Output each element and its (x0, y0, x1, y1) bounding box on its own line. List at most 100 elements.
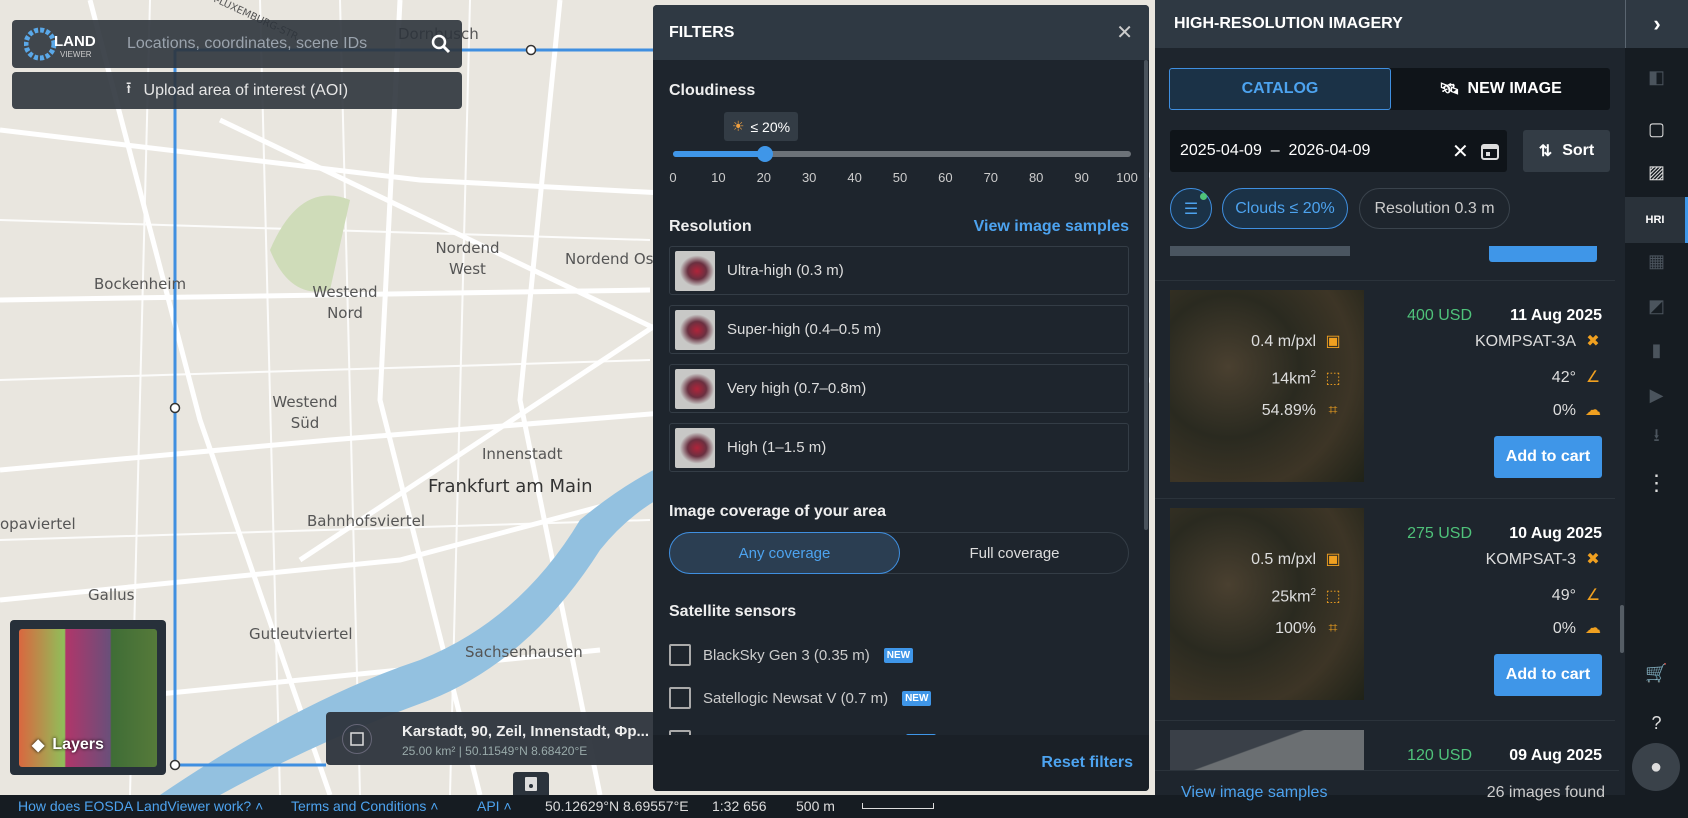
coverage-label: Image coverage of your area (669, 503, 886, 520)
hri-icon[interactable]: HRI (1625, 197, 1688, 243)
acquisition-date: 11 Aug 2025 (1510, 307, 1602, 324)
svg-text:LAND: LAND (54, 33, 96, 50)
api-link[interactable]: API ˄ (477, 798, 512, 814)
any-coverage-option[interactable]: Any coverage (669, 532, 900, 574)
resolution-option[interactable]: Super-high (0.4–0.5 m) (669, 305, 1129, 354)
new-badge: NEW (902, 690, 932, 706)
cloud-value: 0% (1552, 620, 1576, 637)
compare-icon[interactable]: ◧ (1625, 57, 1688, 97)
footer-view-samples-link[interactable]: View image samples (1181, 784, 1327, 802)
active-dot (1200, 193, 1207, 200)
upload-aoi-button[interactable]: ⭱ Upload area of interest (AOI) (12, 72, 462, 109)
off-nadir-angle: 49° (1551, 587, 1576, 604)
slider-tick: 80 (1028, 170, 1044, 185)
view-image-samples-link[interactable]: View image samples (974, 218, 1129, 236)
collapse-panel-button[interactable]: › (1625, 0, 1688, 48)
image-card[interactable]: 400 USD 11 Aug 2025 0.4 m/pxl ▣ KOMPSAT-3… (1155, 280, 1615, 498)
chart-icon[interactable]: ▮ (1625, 330, 1688, 370)
cloud-value: 0% (1552, 402, 1576, 419)
resolution-option-label: Very high (0.7–0.8m) (727, 380, 867, 397)
tab-catalog[interactable]: CATALOG (1169, 68, 1391, 110)
reset-filters-button[interactable]: Reset filters (1041, 754, 1133, 772)
close-icon[interactable]: ✕ (1116, 20, 1133, 45)
aoi-title: Karstadt, 90, Zeil, Innenstadt, Фр... (402, 723, 650, 740)
slider-tick: 70 (983, 170, 999, 185)
layers-off-icon[interactable]: ◩ (1625, 286, 1688, 326)
calendar-icon[interactable] (1480, 141, 1500, 161)
resolution-option[interactable]: Very high (0.7–0.8m) (669, 364, 1129, 413)
slider-tick: 60 (938, 170, 953, 185)
images-count: 26 images found (1486, 784, 1605, 801)
filters-panel: FILTERS ✕ Cloudiness ☀ ≤ 20% 0 10 20 30 40 50 60… (653, 5, 1149, 791)
upload-icon: ⭱ (125, 80, 132, 97)
more-icon[interactable]: ⋮ (1625, 463, 1688, 503)
map-label: Gallus (88, 586, 135, 604)
resolution-thumbnail (675, 427, 715, 468)
resolution-option-label: Super-high (0.4–0.5 m) (727, 321, 882, 338)
user-avatar[interactable]: ● (1632, 743, 1680, 791)
resolution-option-label: Ultra-high (0.3 m) (727, 262, 844, 279)
aoi-subtitle: 25.00 km² | 50.11549°N 8.68420°E (402, 744, 588, 758)
sensor-checkbox[interactable] (669, 687, 691, 709)
price: 400 USD (1407, 307, 1472, 324)
tab-label: CATALOG (1241, 80, 1319, 97)
date-range-input[interactable]: 2025-04-09 – 2026-04-09 ✕ (1170, 130, 1507, 172)
image-card[interactable]: 275 USD 10 Aug 2025 0.5 m/pxl ▣ KOMPSAT-3… (1155, 498, 1615, 716)
link-label: Terms and Conditions (291, 798, 427, 814)
panel-scrollbar[interactable] (1620, 605, 1624, 653)
map-label: Bahnhofsviertel (307, 512, 425, 530)
layers-button[interactable]: ◆ Layers (10, 620, 166, 775)
resolution-thumbnail (675, 250, 715, 291)
acquisition-date: 10 Aug 2025 (1509, 525, 1602, 542)
full-coverage-option[interactable]: Full coverage (900, 532, 1129, 574)
map-label: Westend Süd (272, 393, 338, 432)
resolution-thumbnail (675, 368, 715, 409)
satellite-name: KOMPSAT-3A (1474, 333, 1576, 350)
resolution-chip[interactable]: Resolution 0.3 m (1359, 188, 1510, 229)
slider-tick: 10 (711, 170, 726, 185)
download-icon[interactable]: ⭳ (1625, 418, 1688, 458)
aoi-draw-icon[interactable]: ▢ (1625, 109, 1688, 149)
sort-label: Sort (1562, 142, 1595, 159)
cart-icon[interactable]: 🛒 (1625, 653, 1688, 693)
sort-button[interactable]: ⇅ Sort (1523, 130, 1610, 172)
terms-link[interactable]: Terms and Conditions ˄ (291, 798, 438, 814)
resolution-option[interactable]: Ultra-high (0.3 m) (669, 246, 1129, 295)
filters-scrollbar[interactable] (1144, 60, 1148, 530)
play-icon[interactable]: ▶ (1625, 375, 1688, 415)
sensor-item[interactable]: BlackSky Gen 3 (0.35 m) NEW (669, 644, 914, 666)
map-label: Nordend West (435, 239, 500, 278)
add-to-cart-button[interactable]: Add to cart (1494, 654, 1602, 696)
clouds-chip[interactable]: Clouds ≤ 20% (1222, 188, 1348, 229)
price: 120 USD (1407, 747, 1472, 764)
add-to-cart-button[interactable]: Add to cart (1494, 436, 1602, 478)
sensor-item[interactable]: Satellogic Newsat V (0.7 m) NEW (669, 687, 932, 709)
cloudiness-slider[interactable] (673, 146, 1131, 162)
resolution-thumbnail (675, 309, 715, 350)
sensor-checkbox[interactable] (669, 644, 691, 666)
aoi-info[interactable]: Karstadt, 90, Zeil, Innenstadt, Фр... 25… (326, 712, 656, 765)
how-it-works-link[interactable]: How does EOSDA LandViewer work? ˄ (18, 798, 263, 814)
clear-icon[interactable]: ✕ (1452, 139, 1469, 164)
search-input[interactable] (127, 28, 427, 60)
previous-card-remnant (1170, 246, 1610, 262)
off-nadir-angle: 42° (1551, 369, 1576, 386)
sliders-icon: ☰ (1183, 200, 1199, 218)
image-icon[interactable]: ▨ (1625, 152, 1688, 192)
crop-icon: ⌗ (1328, 620, 1338, 637)
date-to: 2026-04-09 (1288, 142, 1371, 159)
resolution-option[interactable]: High (1–1.5 m) (669, 423, 1129, 472)
filters-toggle-button[interactable]: ☰ (1170, 188, 1212, 229)
help-icon[interactable]: ? (1625, 703, 1688, 743)
new-badge: NEW (883, 647, 914, 663)
bottom-bar: How does EOSDA LandViewer work? ˄ Terms … (0, 795, 1688, 818)
search-icon[interactable] (430, 33, 452, 55)
map-label: Bockenheim (94, 275, 187, 293)
slider-tick: 90 (1074, 170, 1089, 185)
map-scale: 1:32 656 (712, 798, 767, 814)
tab-new-image[interactable]: 🛰 NEW IMAGE (1391, 68, 1610, 110)
save-icon (525, 777, 537, 791)
tiles-icon[interactable]: ▦ (1625, 241, 1688, 281)
save-aoi-button[interactable] (513, 772, 549, 796)
slider-handle[interactable] (756, 146, 773, 162)
